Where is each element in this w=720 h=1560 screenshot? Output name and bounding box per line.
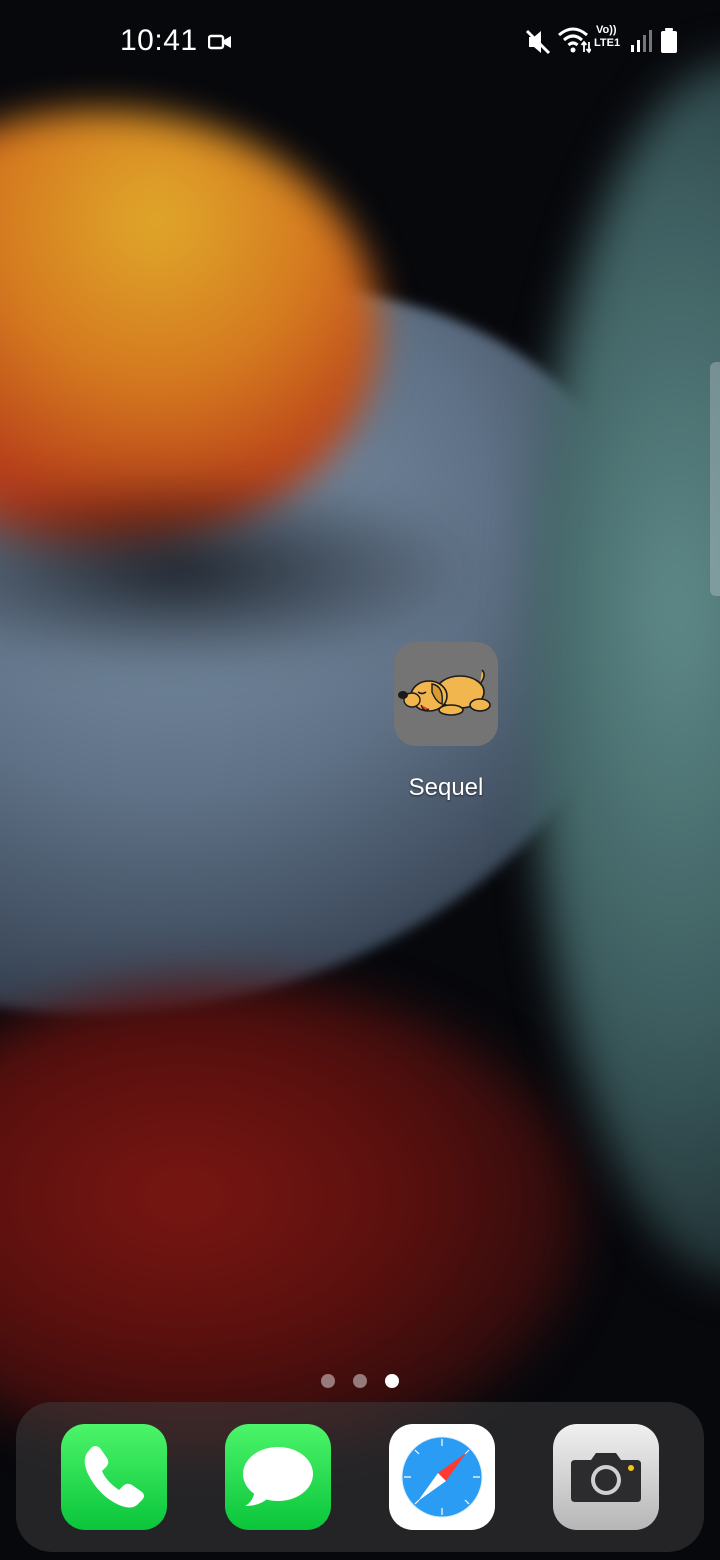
video-recording-icon: [208, 34, 231, 50]
edge-panel-handle[interactable]: [710, 362, 720, 596]
camera-icon: [571, 1453, 641, 1502]
wallpaper-teal-shape: [530, 60, 720, 1280]
phone-icon: [84, 1446, 144, 1508]
app-sequel[interactable]: Sequel: [394, 642, 498, 801]
message-bubble-icon: [243, 1447, 313, 1506]
dock-phone-app[interactable]: [61, 1424, 167, 1530]
page-dot[interactable]: [321, 1374, 335, 1388]
mute-icon: [525, 29, 551, 55]
status-clock: 10:41: [120, 24, 198, 57]
dock: [16, 1402, 704, 1552]
wallpaper: [0, 0, 720, 1560]
dock-safari-app[interactable]: [389, 1424, 495, 1530]
lte-label: LTE1: [594, 37, 621, 49]
wifi-icon: [558, 27, 591, 54]
compass-icon: [401, 1436, 483, 1518]
page-dot[interactable]: [353, 1374, 367, 1388]
page-dot-active[interactable]: [385, 1374, 399, 1388]
status-bar: 10:41 Vo)) LTE1: [0, 0, 720, 82]
wallpaper-red-shape: [0, 980, 580, 1460]
app-label: Sequel: [408, 774, 484, 801]
signal-icon: [631, 30, 652, 52]
volte-indicator: Vo)) LTE1: [594, 24, 628, 52]
dock-messages-app[interactable]: [225, 1424, 331, 1530]
sleeping-dog-icon[interactable]: [394, 642, 498, 746]
dock-camera-app[interactable]: [553, 1424, 659, 1530]
battery-icon: [661, 28, 677, 53]
volte-label: Vo)): [596, 24, 617, 36]
